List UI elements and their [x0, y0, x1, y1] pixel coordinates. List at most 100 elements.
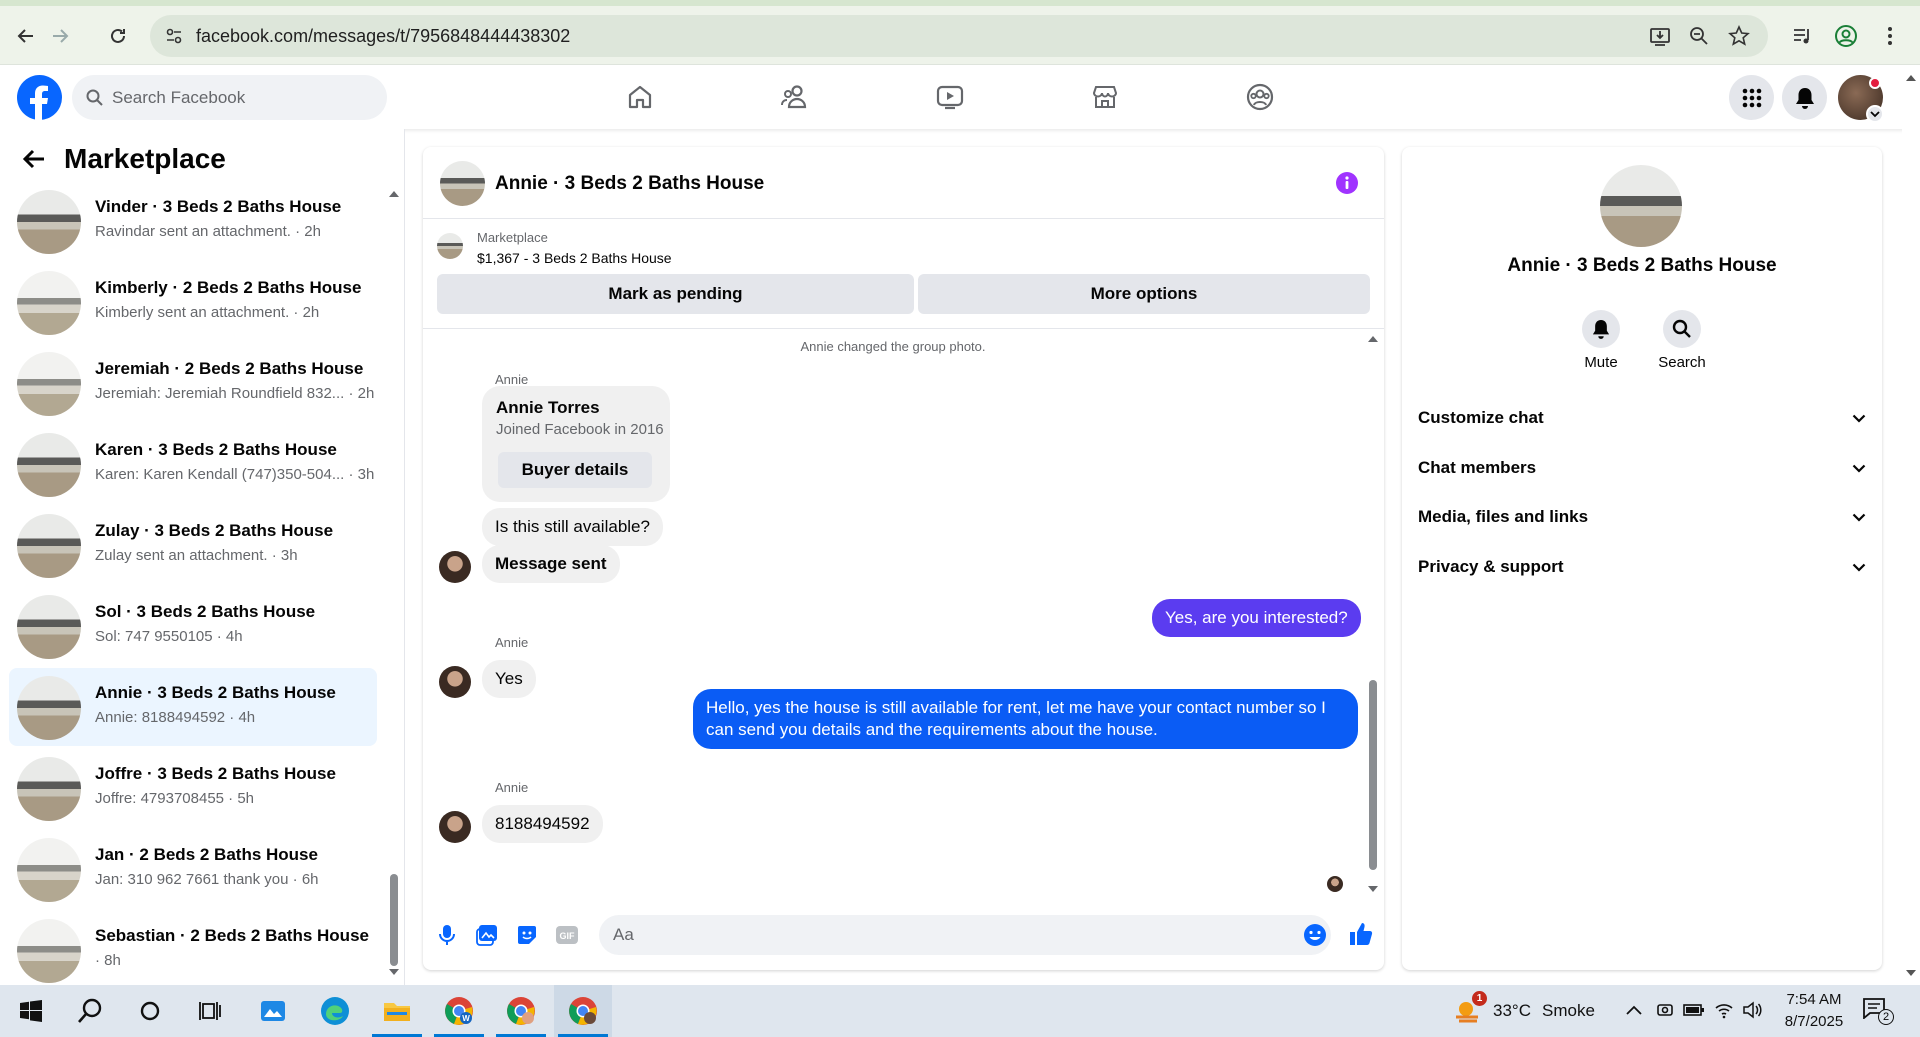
conversation-item[interactable]: Kimberly · 2 Beds 2 Baths House Kimberly… [9, 263, 377, 341]
mute-button[interactable] [1582, 310, 1620, 348]
listing-bar: Marketplace $1,367 - 3 Beds 2 Baths Hous… [423, 219, 1384, 329]
taskbar-app-chrome-2[interactable] [492, 985, 550, 1037]
weather-widget-icon[interactable]: 1 [1452, 991, 1487, 1027]
info-icon[interactable] [1335, 171, 1359, 195]
notification-center-button[interactable]: 2 [1862, 997, 1894, 1025]
facebook-search[interactable]: Search Facebook [72, 75, 387, 120]
message-input[interactable] [599, 915, 1331, 955]
listing-photo[interactable] [437, 233, 463, 259]
conversation-item[interactable]: Vinder · 3 Beds 2 Baths House Ravindar s… [9, 182, 377, 260]
sidebar-header: Marketplace [22, 143, 226, 175]
sticker-button[interactable] [513, 921, 541, 949]
message-bubble-outgoing[interactable]: Yes, are you interested? [1152, 599, 1361, 637]
gif-button[interactable]: GIF [553, 921, 581, 949]
volume-icon[interactable] [1742, 1001, 1762, 1019]
sender-avatar[interactable] [439, 666, 471, 698]
section-privacy-support[interactable]: Privacy & support [1418, 543, 1866, 591]
chat-scroll-thumb[interactable] [1369, 680, 1377, 870]
message-bubble-incoming[interactable]: 8188494592 [482, 805, 603, 843]
sender-avatar[interactable] [439, 811, 471, 843]
media-controls-button[interactable] [1786, 20, 1818, 52]
conversation-item[interactable]: Karen · 3 Beds 2 Baths House Karen: Kare… [9, 425, 377, 503]
mark-as-pending-button[interactable]: Mark as pending [437, 274, 914, 314]
conversation-item[interactable]: Jeremiah · 2 Beds 2 Baths House Jeremiah… [9, 344, 377, 422]
conversation-item[interactable]: Sebastian · 2 Beds 2 Baths House · 8h [9, 911, 377, 989]
section-customize-chat[interactable]: Customize chat [1418, 394, 1866, 442]
taskbar-search[interactable] [61, 985, 119, 1037]
taskbar-app-chrome-1[interactable]: W [430, 985, 488, 1037]
profile-icon [1835, 25, 1857, 47]
taskbar-app-edge[interactable] [306, 985, 364, 1037]
conversation-item[interactable]: Zulay · 3 Beds 2 Baths House Zulay sent … [9, 506, 377, 584]
weather-desc[interactable]: Smoke [1542, 1001, 1595, 1021]
sidebar-scroll-thumb[interactable] [390, 874, 398, 966]
nav-video[interactable] [894, 65, 1006, 129]
conversation-item[interactable]: Sol · 3 Beds 2 Baths House Sol: 747 9550… [9, 587, 377, 665]
taskbar-app-file-explorer[interactable] [368, 985, 426, 1037]
attach-photo-button[interactable] [473, 921, 501, 949]
back-button[interactable] [10, 20, 42, 52]
account-menu-chevron[interactable] [1866, 105, 1884, 123]
more-options-button[interactable]: More options [918, 274, 1370, 314]
chat-title[interactable]: Annie · 3 Beds 2 Baths House [495, 173, 764, 195]
taskbar-app-photos[interactable] [244, 985, 302, 1037]
message-bubble-incoming[interactable]: Yes [482, 660, 536, 698]
url-text[interactable]: facebook.com/messages/t/7956848444438302 [196, 26, 570, 47]
chat-photo[interactable] [440, 161, 485, 206]
section-media-files-links[interactable]: Media, files and links [1418, 493, 1866, 541]
zoom-button[interactable] [1683, 20, 1715, 52]
nav-friends[interactable] [739, 65, 851, 129]
group-photo[interactable] [1600, 165, 1682, 247]
sender-avatar[interactable] [439, 551, 471, 583]
sender-name: Annie [495, 780, 529, 795]
conversation-name: Annie · 3 Beds 2 Baths House [95, 683, 336, 702]
nav-marketplace[interactable] [1049, 65, 1161, 129]
battery-icon[interactable] [1683, 1002, 1705, 1018]
address-bar[interactable]: facebook.com/messages/t/7956848444438302 [150, 15, 1768, 57]
nav-gaming[interactable] [1204, 65, 1316, 129]
chevron-up-icon[interactable] [1626, 1005, 1642, 1015]
site-settings-icon[interactable] [164, 26, 184, 46]
voice-clip-button[interactable] [433, 921, 461, 949]
search-action[interactable]: Search [1642, 310, 1722, 371]
conversation-item[interactable]: Jan · 2 Beds 2 Baths House Jan: 310 962 … [9, 830, 377, 908]
search-in-chat-button[interactable] [1663, 310, 1701, 348]
listing-price-title[interactable]: $1,367 - 3 Beds 2 Baths House [477, 250, 672, 266]
notifications-button[interactable] [1782, 75, 1827, 120]
clock-date[interactable]: 8/7/2025 [1780, 1013, 1848, 1030]
menu-button[interactable] [1729, 75, 1774, 120]
buyer-joined: Joined Facebook in 2016 [496, 421, 664, 438]
conversation-name: Kimberly · 2 Beds 2 Baths House [95, 278, 362, 297]
meet-now-icon[interactable] [1656, 1001, 1674, 1019]
back-arrow-icon[interactable] [22, 148, 46, 170]
taskbar-app-chrome-3[interactable] [554, 985, 612, 1037]
message-bubble-outgoing[interactable]: Hello, yes the house is still available … [693, 689, 1358, 749]
mute-action[interactable]: Mute [1561, 310, 1641, 371]
conversation-name: Zulay · 3 Beds 2 Baths House [95, 521, 334, 540]
task-view-button[interactable] [181, 985, 239, 1037]
install-app-button[interactable] [1644, 20, 1676, 52]
clock-time[interactable]: 7:54 AM [1784, 991, 1844, 1008]
reload-button[interactable] [102, 20, 134, 52]
browser-menu-button[interactable] [1874, 20, 1906, 52]
conversation-item[interactable]: Joffre · 3 Beds 2 Baths House Joffre: 47… [9, 749, 377, 827]
forward-button[interactable] [44, 20, 76, 52]
cortana-button[interactable] [121, 985, 179, 1037]
bookmark-button[interactable] [1723, 20, 1755, 52]
message-bubble-incoming[interactable]: Is this still available? [482, 508, 663, 546]
thumbs-up-icon[interactable] [1348, 921, 1374, 947]
sidebar-scrollbar[interactable] [388, 189, 400, 979]
weather-temp[interactable]: 33°C [1493, 1001, 1531, 1021]
start-button[interactable] [2, 985, 60, 1037]
message-bubble-incoming[interactable]: Message sent [482, 545, 620, 583]
emoji-icon[interactable] [1303, 923, 1327, 947]
conversation-item-selected[interactable]: Annie · 3 Beds 2 Baths House Annie: 8188… [9, 668, 377, 746]
page-scrollbar[interactable] [1902, 65, 1920, 985]
nav-home[interactable] [584, 65, 696, 129]
buyer-details-button[interactable]: Buyer details [498, 452, 652, 488]
facebook-logo-icon[interactable] [17, 75, 62, 120]
tab-strip [0, 0, 1920, 6]
section-chat-members[interactable]: Chat members [1418, 444, 1866, 492]
wifi-icon[interactable] [1714, 1001, 1734, 1019]
profile-button[interactable] [1830, 20, 1862, 52]
